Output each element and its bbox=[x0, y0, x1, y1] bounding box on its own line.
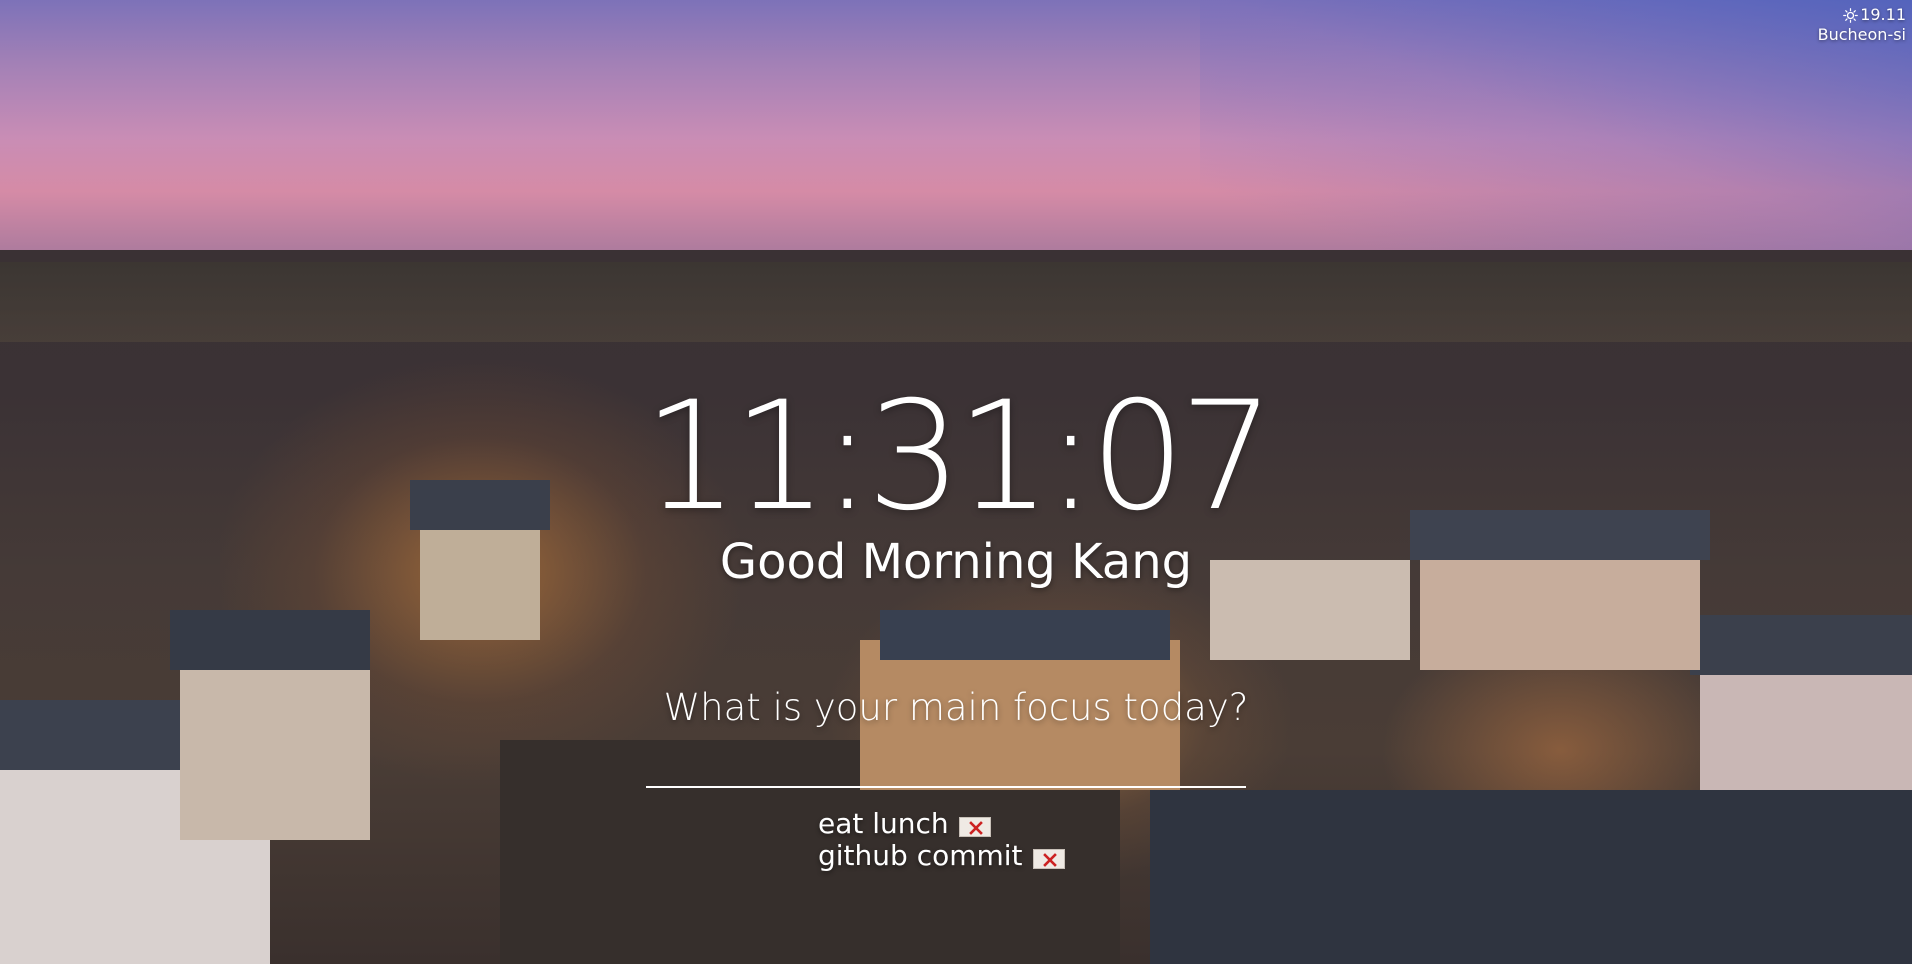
todo-item: eat lunch bbox=[818, 808, 1065, 840]
momentum-dashboard: 19.11 Bucheon-si 11:31:07 Good Morning K… bbox=[0, 0, 1912, 964]
clock-time: 11:31:07 bbox=[643, 370, 1275, 544]
todo-list: eat lunch github commit bbox=[818, 808, 1065, 872]
focus-prompt: What is your main focus today? bbox=[663, 686, 1249, 729]
weather-widget[interactable]: 19.11 Bucheon-si bbox=[1818, 5, 1906, 45]
focus-input[interactable] bbox=[646, 744, 1246, 788]
todo-label: github commit bbox=[818, 839, 1023, 872]
greeting-text: Good Morning Kang bbox=[719, 534, 1193, 590]
weather-temperature-row: 19.11 bbox=[1818, 5, 1906, 25]
todo-item: github commit bbox=[818, 840, 1065, 872]
weather-temperature: 19.11 bbox=[1860, 5, 1906, 24]
sun-icon bbox=[1843, 7, 1859, 23]
close-icon bbox=[968, 821, 983, 835]
todo-delete-button[interactable] bbox=[958, 817, 991, 837]
weather-location: Bucheon-si bbox=[1817, 25, 1906, 44]
todo-label: eat lunch bbox=[818, 807, 949, 840]
close-icon bbox=[1042, 853, 1057, 867]
todo-delete-button[interactable] bbox=[1032, 849, 1065, 869]
